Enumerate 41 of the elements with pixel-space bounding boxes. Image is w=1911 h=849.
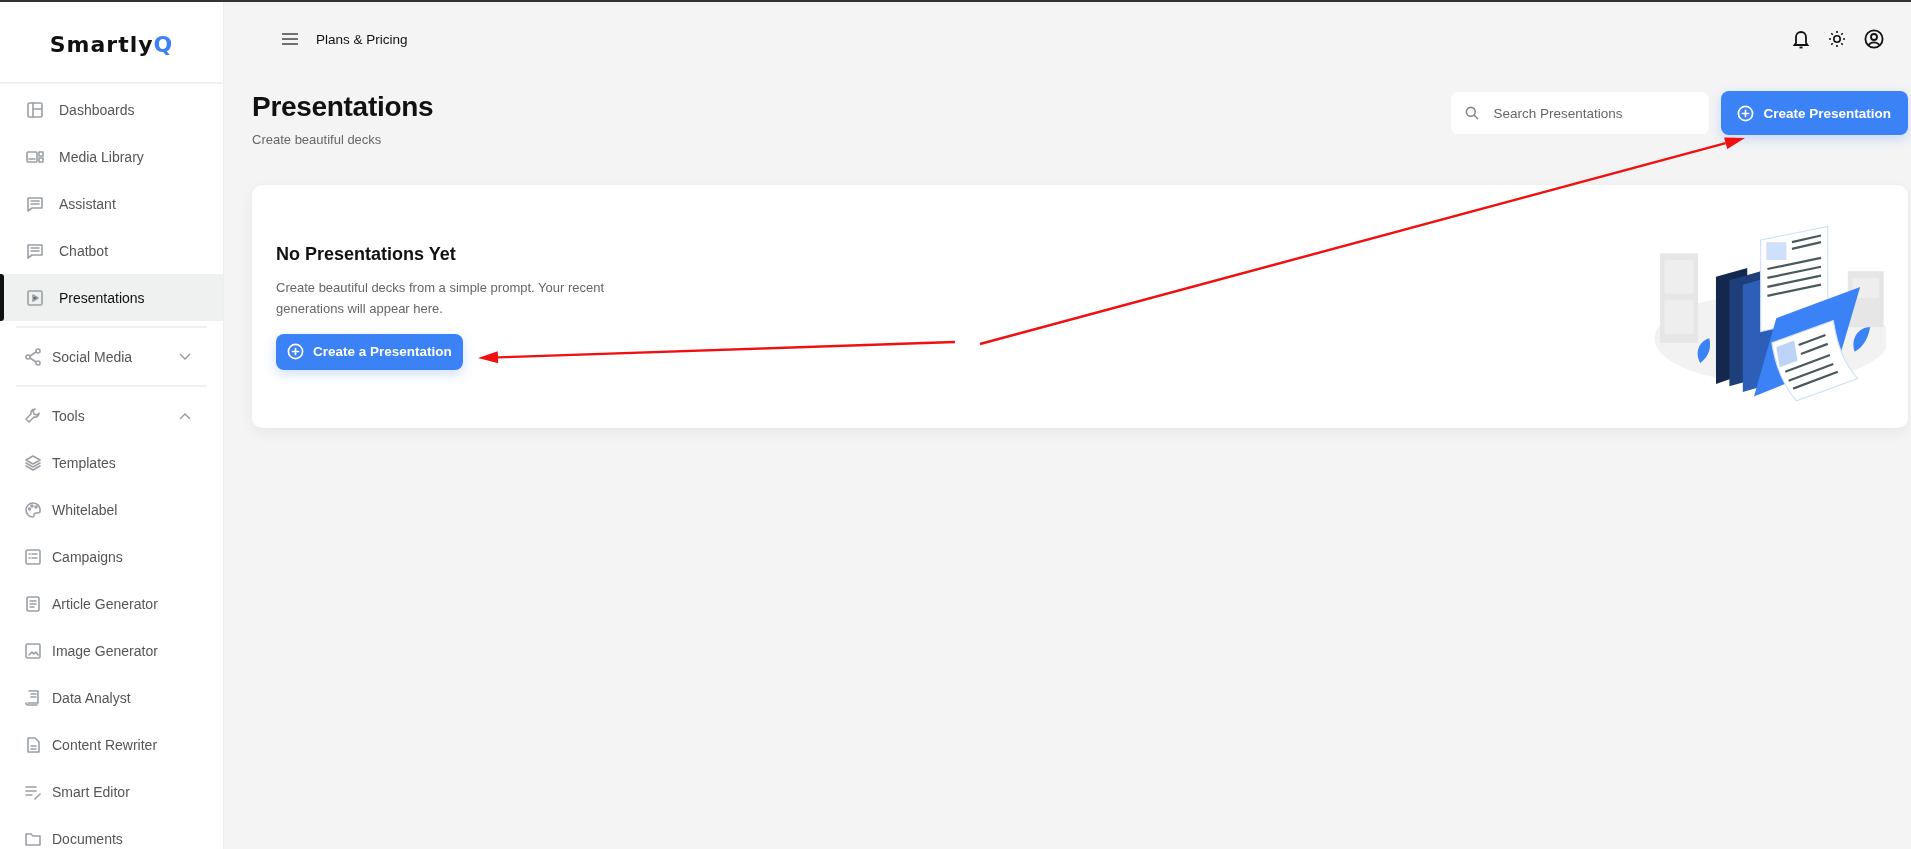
wrench-icon xyxy=(23,405,43,426)
create-presentation-button[interactable]: Create a Presentation xyxy=(276,333,463,370)
bell-icon[interactable] xyxy=(1792,29,1810,49)
sun-icon[interactable] xyxy=(1828,30,1846,48)
sidebar-item[interactable]: Article Generator xyxy=(0,580,223,627)
play-icon xyxy=(25,287,45,308)
sidebar-item[interactable]: Tools xyxy=(0,392,223,439)
sidebar-item[interactable]: Social Media xyxy=(0,333,223,380)
sidebar-item[interactable]: Image Generator xyxy=(0,627,223,674)
plus-circle-icon xyxy=(1737,104,1755,122)
logo[interactable]: SmartlyQ xyxy=(49,27,174,57)
sidebar-item[interactable]: Data Analyst xyxy=(0,674,223,721)
sidebar-item[interactable]: Whitelabel xyxy=(0,486,223,533)
layers-icon xyxy=(23,452,43,473)
page-subtitle: Create beautiful decks xyxy=(252,132,383,147)
empty-state-description: Create beautiful decks from a simple prompt. Your recent generations will appear here. xyxy=(276,278,606,318)
dashboard-icon xyxy=(25,99,45,120)
palette-icon xyxy=(23,499,43,520)
sidebar-item[interactable]: Templates xyxy=(0,439,223,486)
search-icon xyxy=(1465,106,1480,120)
user-avatar-icon[interactable] xyxy=(1864,29,1884,49)
image-icon xyxy=(23,640,43,661)
share-icon xyxy=(23,346,43,367)
sidebar-item[interactable]: Chatbot xyxy=(0,227,223,274)
document-icon xyxy=(23,593,43,614)
list-icon xyxy=(23,546,43,567)
menu-icon[interactable] xyxy=(281,32,299,46)
plans-pricing-link[interactable]: Plans & Pricing xyxy=(316,31,408,47)
plus-circle-icon xyxy=(287,343,304,360)
sidebar-item[interactable]: Assistant xyxy=(0,180,223,227)
sidebar-item[interactable]: Media Library xyxy=(0,133,223,180)
sidebar-item[interactable]: Documents xyxy=(0,815,223,849)
sidebar-item[interactable]: Smart Editor xyxy=(0,768,223,815)
sidebar-item[interactable]: Dashboards xyxy=(0,86,223,133)
search-field[interactable]: Search Presentations xyxy=(1451,92,1710,134)
empty-state-title: No Presentations Yet xyxy=(276,243,457,265)
page-title: Presentations xyxy=(252,91,434,123)
create-presentation-button[interactable]: Create Presentation xyxy=(1721,91,1908,135)
sidebar-item[interactable]: Campaigns xyxy=(0,533,223,580)
sidebar-item[interactable]: Presentations xyxy=(0,274,223,321)
sidebar-item[interactable]: Content Rewriter xyxy=(0,721,223,768)
